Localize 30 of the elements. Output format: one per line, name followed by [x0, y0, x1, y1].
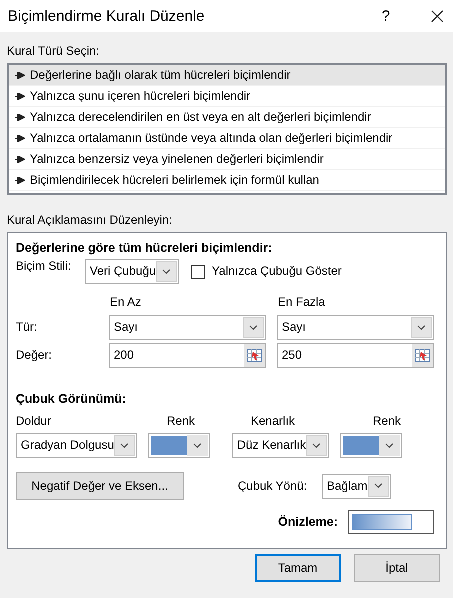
border-dropdown[interactable]: Düz Kenarlık	[232, 433, 330, 458]
window-title: Biçimlendirme Kuralı Düzenle	[8, 8, 206, 24]
section-label: Kural Açıklamasını Düzenleyin:	[7, 213, 172, 228]
section-label: Kural Türü Seçin:	[7, 44, 100, 59]
negative-value-button[interactable]: Negatif Değer ve Eksen...	[16, 472, 184, 500]
section-heading: Çubuk Görünümü:	[16, 392, 126, 407]
column-heading: En Fazla	[278, 295, 326, 310]
field-label: Kenarlık	[251, 414, 296, 429]
column-heading: En Az	[110, 295, 142, 310]
value-field[interactable]: 200	[109, 343, 266, 368]
field-label: Biçim Stili:	[16, 259, 72, 274]
rule-type-item[interactable]: Değerlerine bağlı olarak tüm hücreleri biçimlendir	[9, 65, 445, 86]
field-label: Doldur	[16, 414, 52, 429]
fill-dropdown[interactable]: Gradyan Dolgusu	[16, 433, 138, 458]
field-label: Renk	[167, 414, 196, 429]
field-label: Renk	[373, 414, 402, 429]
type-dropdown[interactable]: Sayı	[277, 315, 434, 340]
type-dropdown[interactable]: Sayı	[109, 315, 266, 340]
field-label: Tür:	[16, 320, 38, 335]
panel-heading: Değerlerine göre tüm hücreleri biçimlendir:	[16, 241, 272, 256]
checkbox-label: Yalnızca Çubuğu Göster	[212, 264, 342, 279]
field-label: Çubuk Yönü:	[238, 478, 308, 494]
value-field[interactable]: 250	[277, 343, 434, 368]
preview-label: Önizleme:	[278, 514, 338, 530]
dialog-button[interactable]: Tamam	[255, 554, 341, 582]
dialog-button[interactable]: İptal	[354, 554, 440, 582]
format-style-dropdown[interactable]: Veri Çubuğu	[85, 259, 180, 284]
field-label: Değer:	[16, 348, 54, 363]
help-button[interactable]: ?	[371, 8, 401, 24]
bar-direction-dropdown[interactable]: Bağlam	[322, 474, 391, 498]
